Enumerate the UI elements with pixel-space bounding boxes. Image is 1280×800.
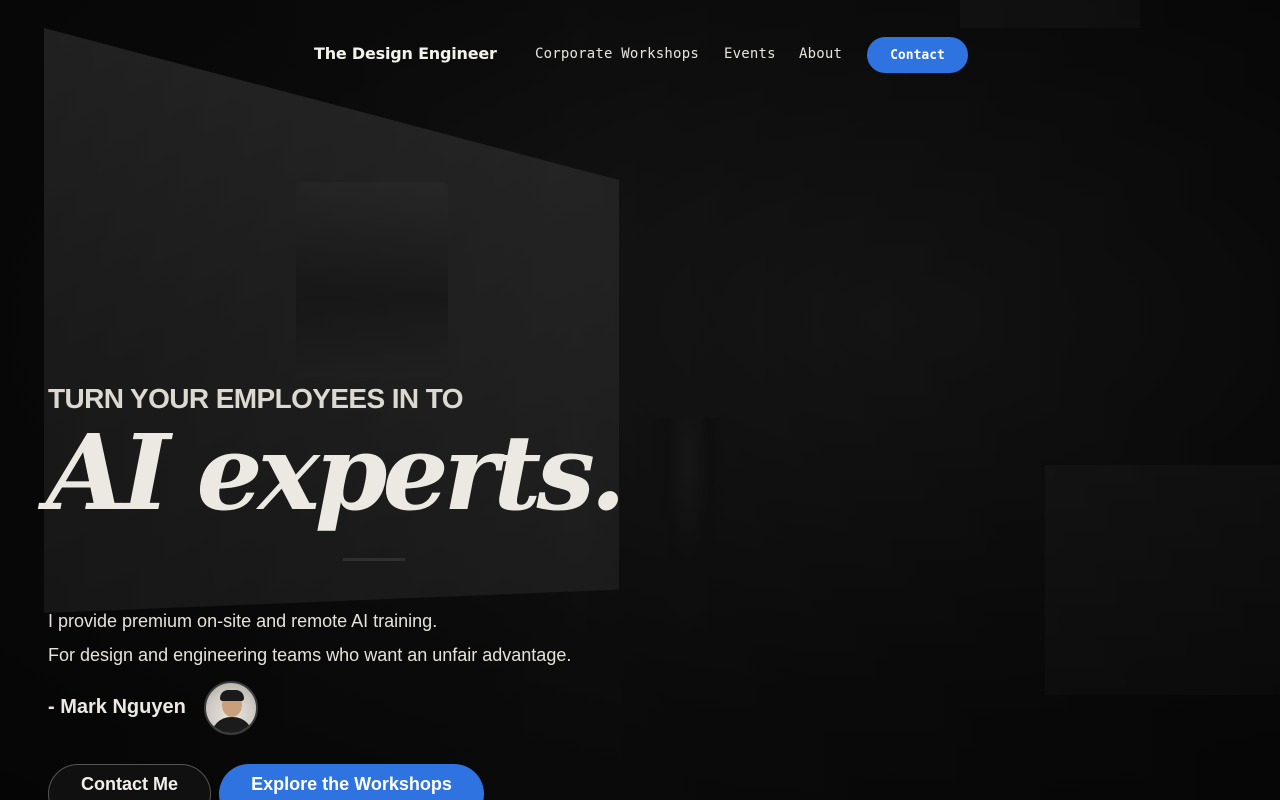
avatar-body-shape [211, 717, 253, 733]
nav-link-corporate-workshops[interactable]: Corporate Workshops [535, 46, 699, 62]
nav-link-about[interactable]: About [799, 46, 842, 62]
hero-headline: AI experts. [46, 411, 626, 534]
brand-logo[interactable]: The Design Engineer [314, 44, 497, 63]
top-navigation: The Design Engineer Corporate Workshops … [0, 0, 1280, 110]
avatar-hair-shape [220, 690, 244, 701]
author-signature: - Mark Nguyen [48, 696, 186, 718]
contact-button[interactable]: Contact [867, 37, 968, 73]
contact-me-button[interactable]: Contact Me [48, 764, 211, 800]
explore-workshops-button[interactable]: Explore the Workshops [219, 764, 484, 800]
author-avatar [204, 681, 258, 735]
hero-lede: I provide premium on-site and remote AI … [48, 611, 438, 631]
nav-link-events[interactable]: Events [724, 46, 776, 62]
hero-sublede: For design and engineering teams who wan… [48, 645, 572, 665]
